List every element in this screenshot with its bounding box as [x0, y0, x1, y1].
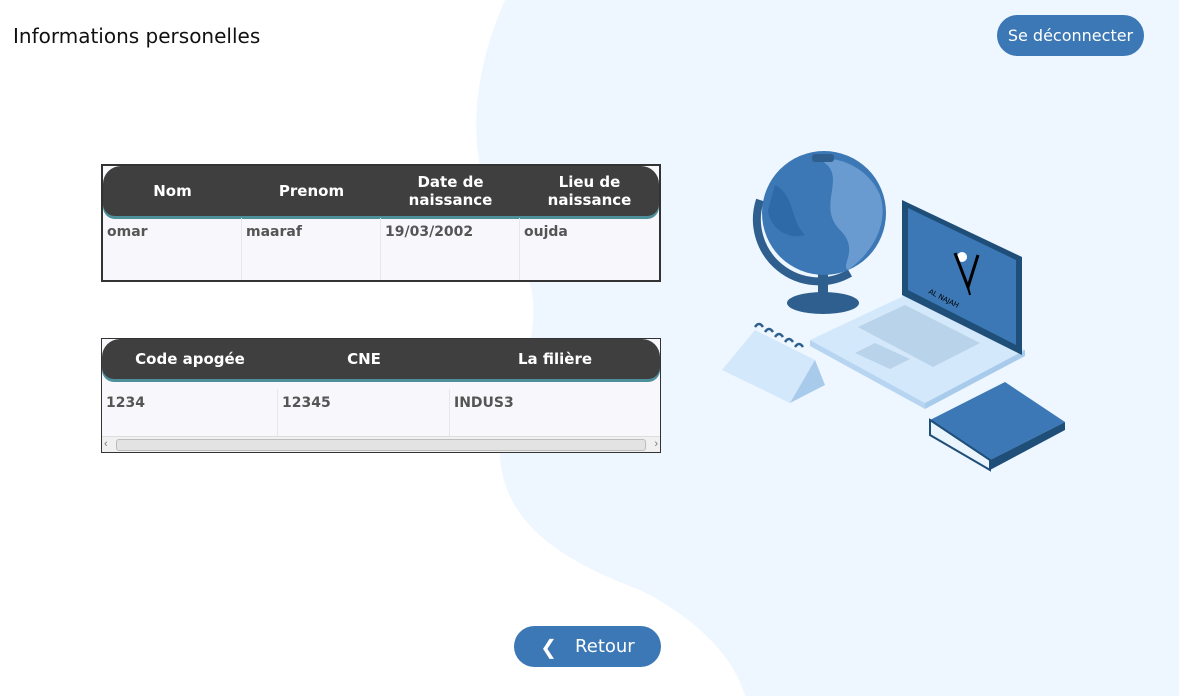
chevron-left-icon: ❮: [540, 634, 558, 659]
calendar-icon: [722, 322, 825, 403]
cell-nom: omar: [103, 218, 242, 280]
scrollbar-thumb[interactable]: [116, 439, 646, 451]
cell-prenom: maaraf: [242, 218, 381, 280]
personal-info-table: Nom Prenom Date de naissance Lieu de nai…: [101, 164, 661, 282]
back-button-label: Retour: [575, 636, 635, 657]
horizontal-scrollbar[interactable]: ‹ ›: [102, 436, 660, 452]
column-header-code-apogee[interactable]: Code apogée: [102, 350, 278, 368]
cell-date-naissance: 19/03/2002: [381, 218, 520, 280]
page-title: Informations personelles: [13, 24, 261, 48]
logout-button[interactable]: Se déconnecter: [997, 15, 1144, 56]
column-header-prenom[interactable]: Prenom: [242, 182, 381, 200]
column-header-date-naissance[interactable]: Date de naissance: [381, 173, 520, 209]
school-info-table: Code apogée CNE La filière 1234 12345 IN…: [101, 338, 661, 453]
column-header-filiere[interactable]: La filière: [450, 350, 660, 368]
column-header-nom[interactable]: Nom: [103, 182, 242, 200]
scroll-right-icon[interactable]: ›: [654, 437, 658, 452]
table-header: Nom Prenom Date de naissance Lieu de nai…: [103, 166, 659, 216]
cell-cne: 12345: [278, 389, 450, 436]
table-header: Code apogée CNE La filière: [102, 339, 660, 379]
back-button[interactable]: ❮ Retour: [514, 626, 661, 667]
study-illustration: AL NAJAH: [722, 151, 1065, 472]
globe-icon: [752, 151, 886, 314]
table-row[interactable]: omar maaraf 19/03/2002 oujda: [103, 218, 659, 280]
cell-filiere: INDUS3: [454, 395, 514, 411]
column-header-cne[interactable]: CNE: [278, 350, 450, 368]
scroll-left-icon[interactable]: ‹: [104, 437, 108, 452]
cell-lieu-naissance: oujda: [524, 224, 568, 240]
table-row[interactable]: 1234 12345 INDUS3: [102, 389, 660, 436]
cell-code-apogee: 1234: [102, 389, 278, 436]
column-header-lieu-naissance[interactable]: Lieu de naissance: [520, 173, 659, 209]
